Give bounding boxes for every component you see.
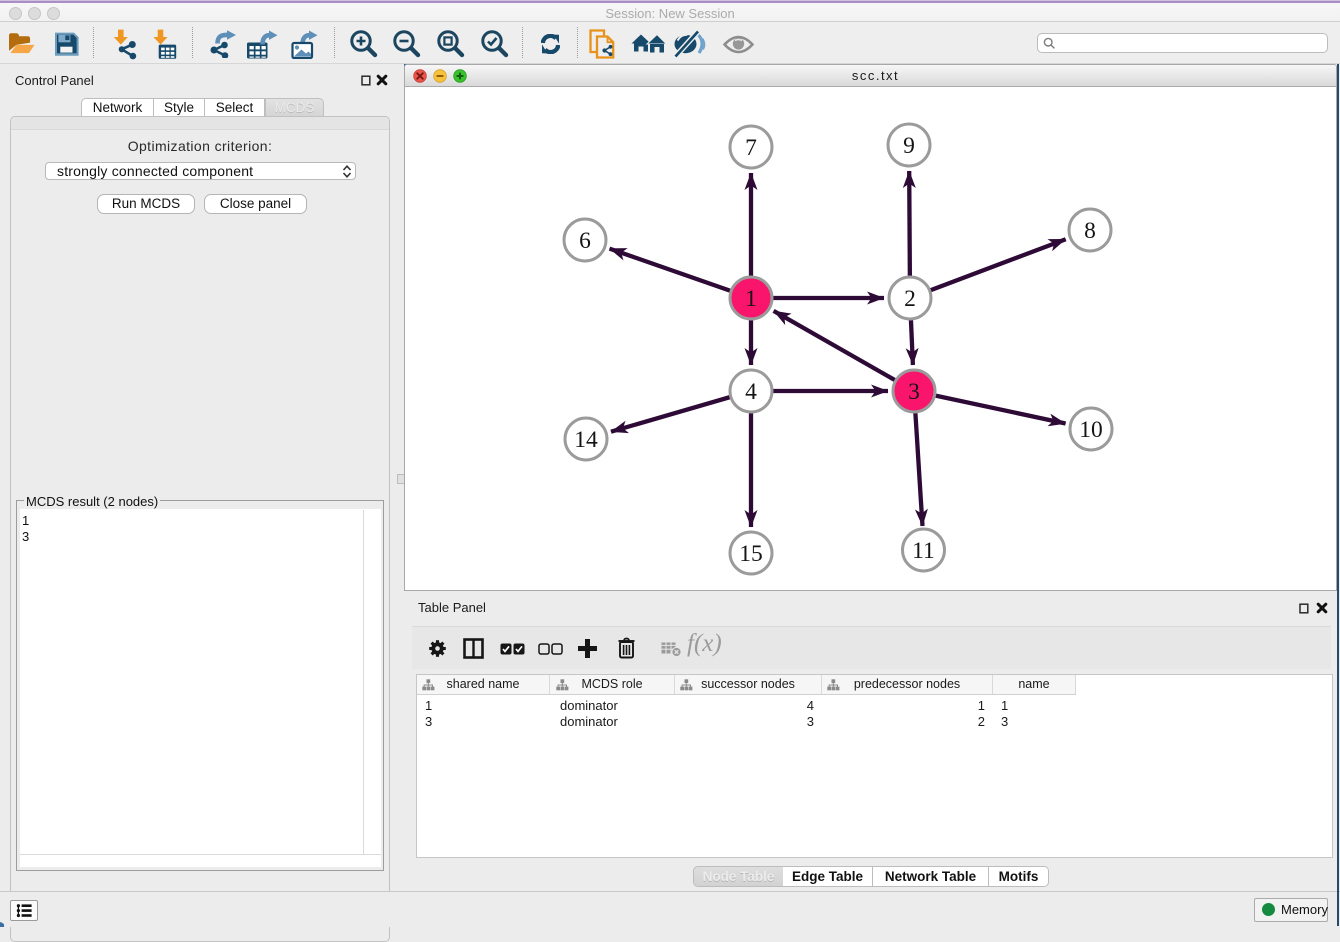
svg-text:6: 6 [579,228,591,254]
svg-text:3: 3 [908,379,920,405]
svg-text:7: 7 [745,135,757,161]
svg-text:10: 10 [1079,417,1103,443]
svg-text:14: 14 [574,427,598,453]
svg-text:1: 1 [745,286,757,312]
svg-text:4: 4 [745,379,757,405]
svg-text:11: 11 [912,538,935,564]
svg-text:2: 2 [904,286,916,312]
svg-text:15: 15 [739,541,763,567]
svg-text:8: 8 [1084,218,1096,244]
svg-text:9: 9 [903,133,915,159]
